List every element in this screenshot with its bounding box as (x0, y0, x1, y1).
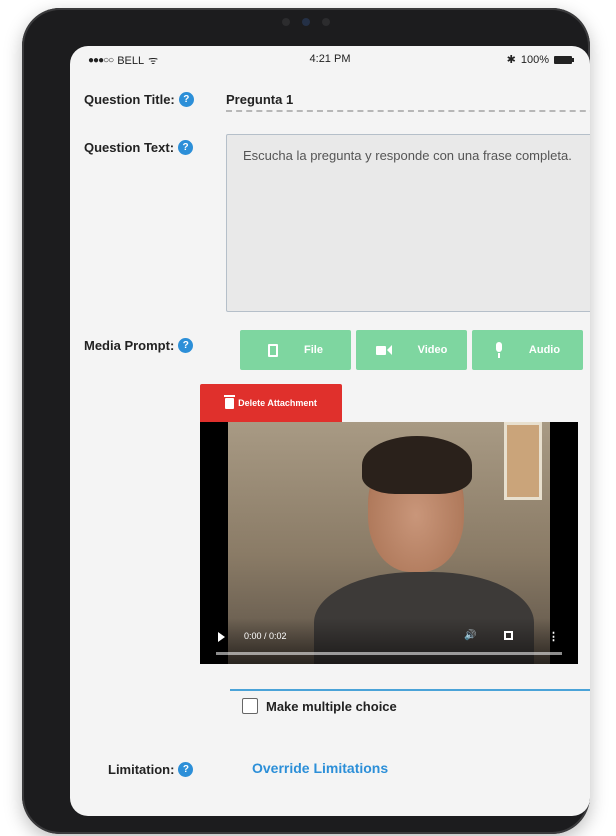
camera-dot (282, 18, 290, 26)
question-text-textarea[interactable]: Escucha la pregunta y responde con una f… (226, 134, 590, 312)
person-hair (362, 436, 472, 494)
video-time: 0:00 / 0:02 (244, 631, 287, 641)
multiple-choice-label: Make multiple choice (266, 698, 397, 714)
multiple-choice-option[interactable]: Make multiple choice (242, 698, 397, 714)
file-button[interactable]: File (240, 330, 351, 370)
override-limitations-link[interactable]: Override Limitations (252, 760, 388, 776)
video-camera-icon (375, 345, 392, 355)
delete-attachment-button[interactable]: Delete Attachment (200, 384, 342, 422)
battery-percent: 100% (520, 53, 549, 66)
section-divider (230, 689, 590, 691)
audio-button-label: Audio (528, 344, 561, 356)
file-button-label: File (304, 344, 323, 356)
video-progress-track[interactable] (216, 652, 562, 655)
screen: ●●●○○ BELL ᯤ 4:21 PM ✱ 100% Question Tit… (70, 46, 590, 816)
status-bar: ●●●○○ BELL ᯤ 4:21 PM ✱ 100% (70, 46, 590, 72)
microphone-icon (495, 342, 503, 358)
media-prompt-label: Media Prompt: ? (84, 338, 194, 353)
limitation-label: Limitation: ? (108, 762, 194, 777)
multiple-choice-checkbox[interactable] (242, 698, 258, 714)
media-prompt-buttons: File Video Audio (240, 330, 583, 370)
volume-icon[interactable]: 🔊 (464, 630, 476, 641)
camera-dot (322, 18, 330, 26)
camera-lens (302, 18, 310, 26)
help-icon[interactable]: ? (178, 92, 194, 107)
help-icon[interactable]: ? (178, 762, 194, 777)
question-title-input[interactable]: Pregunta 1 (226, 88, 590, 112)
video-player[interactable]: 0:00 / 0:02 🔊 ⋮ (200, 422, 578, 664)
tablet-frame: ●●●○○ BELL ᯤ 4:21 PM ✱ 100% Question Tit… (22, 8, 590, 834)
video-controls: 0:00 / 0:02 🔊 ⋮ (200, 618, 578, 664)
fullscreen-icon[interactable] (504, 631, 513, 640)
video-button-label: Video (417, 344, 448, 356)
status-right: ✱ 100% (506, 53, 574, 66)
camera-bar (282, 18, 330, 26)
question-text-label: Question Text: ? (84, 140, 194, 155)
more-options-icon[interactable]: ⋮ (548, 630, 559, 643)
play-icon[interactable] (218, 632, 225, 642)
question-title-label: Question Title: ? (84, 92, 194, 107)
bluetooth-icon: ✱ (506, 54, 516, 66)
limitation-label-text: Limitation: (108, 762, 175, 777)
audio-button[interactable]: Audio (472, 330, 583, 370)
help-icon[interactable]: ? (178, 140, 194, 155)
video-button[interactable]: Video (356, 330, 467, 370)
help-icon[interactable]: ? (178, 338, 194, 353)
delete-attachment-label: Delete Attachment (238, 398, 317, 408)
media-prompt-label-text: Media Prompt: (84, 338, 175, 353)
battery-icon (554, 55, 574, 64)
trash-icon (224, 394, 236, 409)
wall-art (504, 422, 542, 500)
file-icon (268, 343, 279, 357)
question-text-label-text: Question Text: (84, 140, 175, 155)
question-title-label-text: Question Title: (84, 92, 175, 107)
